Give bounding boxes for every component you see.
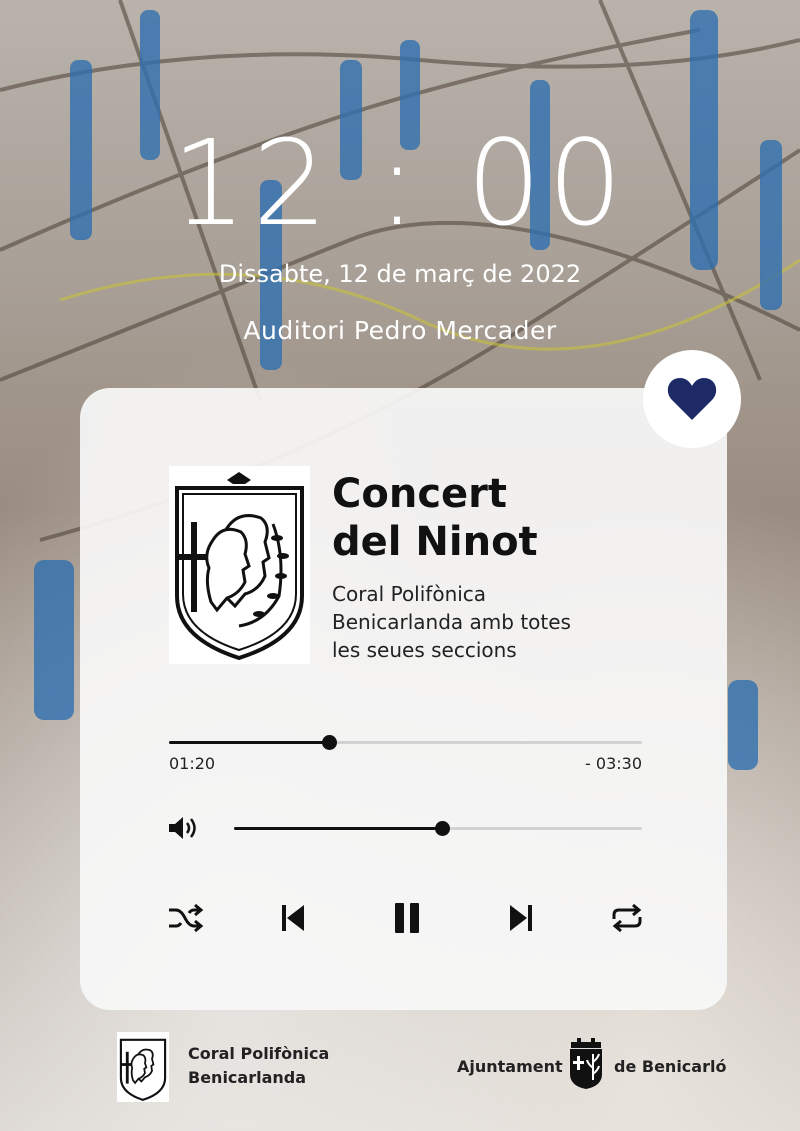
- council-town: de Benicarló: [614, 1057, 727, 1076]
- pause-icon: [395, 903, 419, 933]
- shuffle-icon: [169, 903, 203, 933]
- choir-name: Coral Polifònica Benicarlanda: [188, 1042, 329, 1090]
- track-artist-line-3: les seues seccions: [332, 638, 517, 662]
- remaining-time: - 03:30: [585, 754, 642, 773]
- heart-icon: [667, 378, 717, 420]
- choir-shield-logo: [175, 472, 304, 661]
- choir-name-line-1: Coral Polifònica: [188, 1044, 330, 1063]
- previous-icon: [282, 905, 304, 931]
- volume-button[interactable]: [166, 814, 200, 842]
- choir-logo-small: [117, 1032, 169, 1102]
- track-title-line-2: del Ninot: [332, 519, 538, 565]
- next-icon: [510, 905, 532, 931]
- next-button[interactable]: [503, 900, 539, 936]
- elapsed-time: 01:20: [169, 754, 216, 773]
- progress-handle[interactable]: [321, 735, 337, 750]
- volume-icon: [169, 817, 196, 839]
- progress-fill: [169, 741, 329, 744]
- event-venue: Auditori Pedro Mercader: [243, 316, 557, 345]
- repeat-icon: [612, 903, 642, 933]
- repeat-button[interactable]: [607, 900, 647, 936]
- shuffle-button[interactable]: [165, 900, 205, 936]
- choir-name-line-2: Benicarlanda: [188, 1068, 307, 1087]
- progress-bar[interactable]: [169, 735, 642, 750]
- event-date: Dissabte, 12 de març de 2022: [218, 260, 582, 288]
- track-artist: Coral Polifònica Benicarlanda amb totes …: [332, 580, 662, 664]
- pause-button[interactable]: [388, 898, 426, 938]
- volume-handle[interactable]: [435, 821, 451, 836]
- track-artist-line-2: Benicarlanda amb totes: [332, 610, 571, 634]
- previous-button[interactable]: [275, 900, 311, 936]
- track-artist-line-1: Coral Polifònica: [332, 582, 487, 606]
- volume-fill: [234, 827, 443, 830]
- like-button[interactable]: [643, 350, 741, 448]
- volume-slider[interactable]: [234, 821, 642, 836]
- council-label: Ajuntament: [457, 1057, 563, 1076]
- track-title-line-1: Concert: [332, 471, 507, 517]
- clock-time: 12 : 00: [171, 114, 629, 252]
- album-art: [169, 466, 310, 664]
- choir-shield-logo-small: [119, 1038, 167, 1101]
- track-title: Concert del Ninot: [332, 470, 702, 566]
- council-crest-icon: [570, 1038, 602, 1089]
- council-crest: [567, 1036, 605, 1090]
